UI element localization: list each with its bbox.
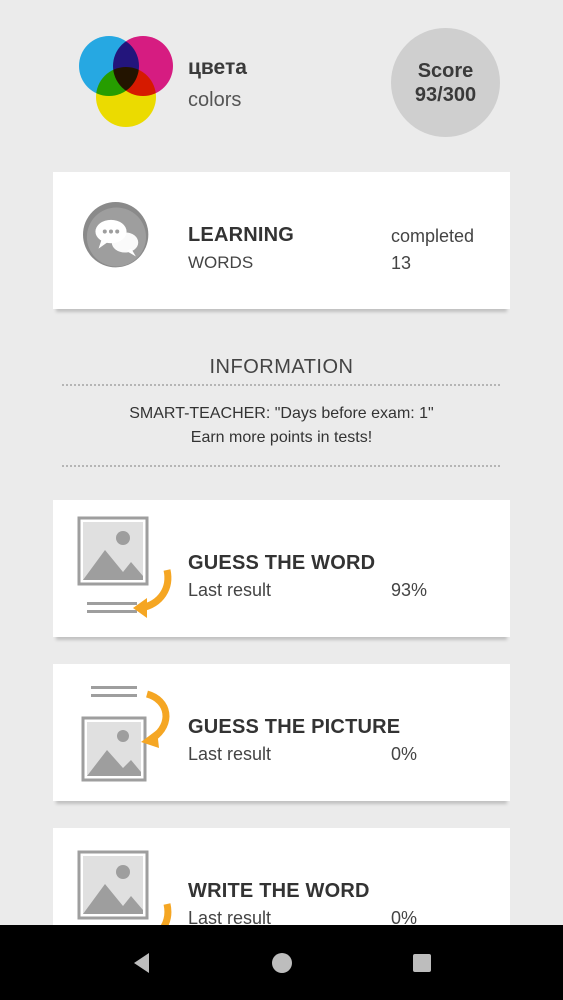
info-message-line2: Earn more points in tests! xyxy=(190,429,373,446)
picture-write-icon xyxy=(77,850,172,925)
info-message-line1: SMART-TEACHER: "Days before exam: 1" xyxy=(129,405,434,422)
color-circles-logo xyxy=(79,36,173,127)
score-value: 93/300 xyxy=(414,83,477,106)
write-the-word-card[interactable]: WRITE THE WORD Last result 0% xyxy=(53,828,510,925)
chat-bubbles-icon xyxy=(83,202,149,268)
back-icon[interactable] xyxy=(129,950,155,976)
learning-heading: LEARNING xyxy=(188,224,295,246)
learning-words-card[interactable]: LEARNING WORDS completed 13 xyxy=(53,172,510,309)
dotted-divider-bottom xyxy=(62,465,500,467)
app-screen: цвета colors Score 93/300 LEARNING WORDS… xyxy=(0,0,563,925)
topic-title-russian: цвета xyxy=(188,56,247,79)
guess-the-word-card[interactable]: GUESS THE WORD Last result 93% xyxy=(53,500,510,637)
dotted-divider-top xyxy=(62,384,500,386)
test-result-label: Last result xyxy=(188,908,272,925)
score-badge: Score 93/300 xyxy=(391,28,500,137)
information-title: INFORMATION xyxy=(209,356,354,378)
learning-status-label: completed xyxy=(391,226,475,246)
home-icon[interactable] xyxy=(269,950,295,976)
test-result-value: 0% xyxy=(391,908,418,925)
score-label: Score xyxy=(417,59,474,82)
guess-the-picture-card[interactable]: GUESS THE PICTURE Last result 0% xyxy=(53,664,510,801)
text-to-picture-icon xyxy=(81,686,170,782)
learning-status-value: 13 xyxy=(391,253,412,273)
test-result-label: Last result xyxy=(188,580,272,600)
system-navigation-bar xyxy=(0,925,563,1000)
recents-icon[interactable] xyxy=(409,950,435,976)
header: цвета colors Score 93/300 xyxy=(0,0,563,160)
picture-to-text-icon xyxy=(77,516,172,618)
learning-sub: WORDS xyxy=(188,253,254,272)
test-heading: WRITE THE WORD xyxy=(188,880,370,902)
test-result-value: 0% xyxy=(391,744,418,764)
test-heading: GUESS THE PICTURE xyxy=(188,716,401,738)
test-heading: GUESS THE WORD xyxy=(188,552,376,574)
topic-title-english: colors xyxy=(188,89,242,111)
test-result-label: Last result xyxy=(188,744,272,764)
test-result-value: 93% xyxy=(391,580,428,600)
